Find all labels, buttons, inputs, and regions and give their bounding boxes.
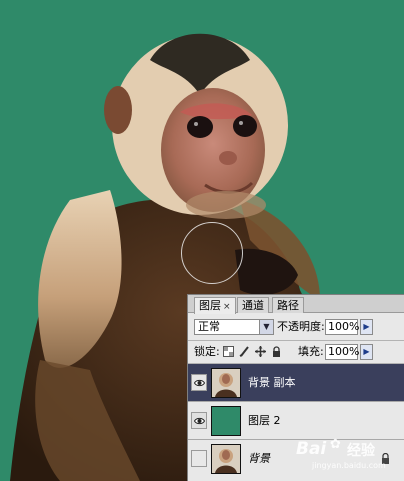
tab-layers-label: 图层 [199, 299, 221, 312]
visibility-toggle[interactable] [191, 412, 207, 429]
eye-icon [194, 417, 205, 425]
watermark-cn: 经验 [347, 443, 375, 459]
watermark-url: jingyan.baidu.com [312, 461, 386, 470]
fill-value: 100% [328, 345, 360, 358]
monkey-thumbnail-icon [212, 369, 240, 397]
panel-tabs: 图层 × 通道 路径 [188, 295, 404, 314]
visibility-toggle[interactable] [191, 374, 207, 391]
tab-layers[interactable]: 图层 × [194, 297, 236, 314]
layer-thumbnail [211, 406, 241, 436]
opacity-value: 100% [328, 320, 360, 333]
opacity-slider-arrow-icon[interactable]: ▶ [360, 319, 373, 335]
chevron-down-icon: ▼ [259, 320, 273, 334]
eye-icon [194, 379, 205, 387]
layer-name: 图层 2 [248, 414, 281, 427]
lock-icons [223, 344, 282, 358]
tab-paths[interactable]: 路径 [272, 297, 304, 313]
monkey-thumbnail-icon [212, 445, 240, 473]
opacity-label: 不透明度: [277, 320, 325, 333]
blend-mode-select[interactable]: 正常 ▼ [194, 319, 274, 335]
paw-icon: ✿ [330, 437, 341, 452]
opacity-input[interactable]: 100% [325, 319, 360, 335]
panel-divider [188, 340, 404, 341]
tab-paths-label: 路径 [277, 299, 299, 312]
baidu-watermark: Bai ✿ 经验 jingyan.baidu.com [292, 435, 402, 479]
fill-label: 填充: [298, 345, 324, 358]
fill-slider-arrow-icon[interactable]: ▶ [360, 344, 373, 360]
brush-cursor [181, 222, 243, 284]
lock-image-pixels-icon[interactable] [239, 345, 250, 357]
layer-name: 背景 副本 [248, 376, 296, 389]
close-icon[interactable]: × [223, 302, 231, 312]
layer-row-background-copy[interactable]: 背景 副本 [188, 364, 404, 402]
lock-label: 锁定: [194, 345, 220, 358]
lock-all-icon[interactable] [271, 345, 282, 357]
visibility-toggle[interactable] [191, 450, 207, 467]
watermark-brand: Bai [296, 439, 327, 459]
layer-thumbnail [211, 368, 241, 398]
layer-thumbnail [211, 444, 241, 474]
tab-channels-label: 通道 [242, 299, 264, 312]
fill-input[interactable]: 100% [325, 344, 360, 360]
lock-position-icon[interactable] [255, 345, 266, 357]
tab-channels[interactable]: 通道 [237, 297, 269, 313]
layer-name: 背景 [248, 452, 270, 465]
lock-transparent-pixels-icon[interactable] [223, 345, 234, 357]
blend-mode-value: 正常 [198, 320, 220, 333]
